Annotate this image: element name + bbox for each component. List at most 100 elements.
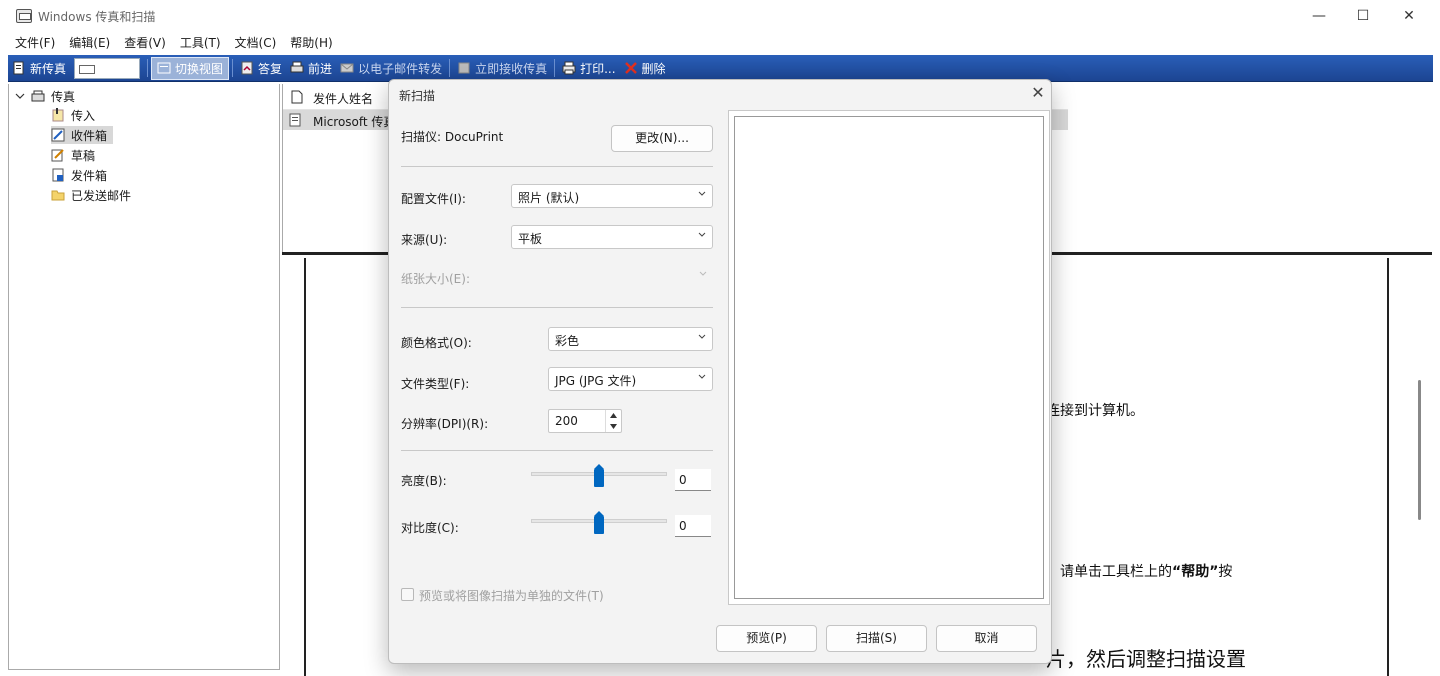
forward-email-label: 以电子邮件转发 <box>358 61 443 76</box>
file-type-value: JPG (JPG 文件) <box>555 374 637 388</box>
resolution-label: 分辨率(DPI)(R): <box>401 417 489 431</box>
tree-item-incoming[interactable]: 传入 <box>51 106 95 124</box>
delete-x-icon <box>624 62 637 74</box>
resolution-spinner[interactable]: 200 <box>548 409 622 433</box>
tree-item-sent[interactable]: 已发送邮件 <box>51 186 131 204</box>
source-select[interactable]: 平板 <box>511 225 713 249</box>
tree-root-label: 传真 <box>51 89 76 104</box>
tree-item-drafts[interactable]: 草稿 <box>51 146 95 164</box>
preview-text-1: 连接到计算机。 <box>1046 403 1144 419</box>
minimize-button[interactable]: — <box>1296 0 1342 32</box>
switch-view-button[interactable]: 切换视图 <box>151 56 230 80</box>
fax-document-icon <box>289 113 301 127</box>
inbox-icon <box>51 128 65 142</box>
spin-down-icon[interactable] <box>610 424 617 429</box>
dialog-close-icon[interactable]: ✕ <box>1029 84 1047 102</box>
spin-up-icon[interactable] <box>610 413 617 418</box>
menu-view[interactable]: 查看(V) <box>117 32 173 54</box>
delete-label: 删除 <box>641 61 666 76</box>
preview-button[interactable]: 预览(P) <box>716 625 817 652</box>
preview-text-bold: “帮助” <box>1172 564 1219 580</box>
switch-view-label: 切换视图 <box>175 61 224 76</box>
maximize-button[interactable]: ☐ <box>1340 0 1386 32</box>
chevron-down-icon <box>698 374 706 379</box>
outbox-icon <box>52 168 64 182</box>
drafts-pencil-icon <box>51 149 64 162</box>
brightness-label: 亮度(B): <box>401 474 447 488</box>
file-type-select[interactable]: JPG (JPG 文件) <box>548 367 713 391</box>
divider <box>401 307 713 308</box>
sender-name-header[interactable]: 发件人姓名 <box>313 90 373 107</box>
receive-now-button[interactable]: 立即接收传真 <box>453 57 551 80</box>
email-forward-icon <box>340 63 354 73</box>
tree-item-outbox[interactable]: 发件箱 <box>51 166 107 184</box>
chevron-down-icon <box>698 191 706 196</box>
fax-app-icon <box>16 9 32 23</box>
forward-label: 前进 <box>308 61 333 76</box>
menu-help[interactable]: 帮助(H) <box>283 32 339 54</box>
scan-preview-area <box>728 110 1050 605</box>
reply-button[interactable]: 答复 <box>236 57 286 80</box>
cancel-button[interactable]: 取消 <box>936 625 1037 652</box>
delete-button[interactable]: 删除 <box>620 57 670 80</box>
vertical-scrollbar[interactable] <box>1418 380 1421 520</box>
tree-item-label: 传入 <box>71 108 96 123</box>
chevron-down-icon <box>699 271 707 276</box>
tree-item-label: 草稿 <box>71 148 96 163</box>
tree-root-fax[interactable]: 传真 <box>15 87 75 105</box>
preview-text-3: 片，然后调整扫描设置 <box>1046 647 1246 671</box>
change-scanner-button[interactable]: 更改(N)... <box>611 125 713 152</box>
chevron-down-icon <box>698 232 706 237</box>
color-format-select[interactable]: 彩色 <box>548 327 713 351</box>
toolbar-separator <box>232 59 234 77</box>
paper-size-label: 纸张大小(E): <box>401 272 470 286</box>
menu-file[interactable]: 文件(F) <box>8 32 62 54</box>
contrast-label: 对比度(C): <box>401 521 459 535</box>
menu-edit[interactable]: 编辑(E) <box>62 32 117 54</box>
forward-email-button[interactable]: 以电子邮件转发 <box>336 57 446 80</box>
contrast-slider-thumb[interactable] <box>594 511 604 534</box>
printer-icon <box>562 61 576 75</box>
scanner-label: 扫描仪: DocuPrint <box>401 130 504 144</box>
fax-machine-icon <box>31 90 45 102</box>
menu-tools[interactable]: 工具(T) <box>173 32 228 54</box>
preview-text-prefix: ，请单击工具栏上的 <box>1046 564 1172 580</box>
tree-item-inbox[interactable]: 收件箱 <box>51 126 114 144</box>
print-button[interactable]: 打印... <box>558 57 619 80</box>
forward-button[interactable]: 前进 <box>286 57 336 80</box>
preview-text-2a: ，请单击工具栏上的“帮助”按 <box>1046 561 1232 581</box>
folder-tree: 传真 传入 收件箱 草稿 发件箱 已发送邮件 <box>8 84 280 670</box>
scan-preview-frame <box>734 116 1044 599</box>
separate-files-checkbox <box>401 588 414 601</box>
contrast-value-box[interactable]: 0 <box>675 515 711 537</box>
title-bar: Windows 传真和扫描 — ☐ ✕ <box>0 0 1440 32</box>
folder-icon <box>51 190 65 201</box>
color-format-value: 彩色 <box>555 334 580 348</box>
tree-item-label: 发件箱 <box>71 168 108 183</box>
receive-now-label: 立即接收传真 <box>475 61 548 76</box>
new-fax-dropdown[interactable] <box>74 57 141 79</box>
spinner-arrows[interactable] <box>605 410 621 432</box>
new-fax-button[interactable]: 新传真 <box>8 57 70 80</box>
incoming-icon <box>52 108 64 122</box>
menu-document[interactable]: 文档(C) <box>228 32 284 54</box>
brightness-value-box[interactable]: 0 <box>675 469 711 491</box>
new-fax-icon <box>13 61 24 75</box>
preview-text-suffix: 按 <box>1218 564 1233 580</box>
window-title: Windows 传真和扫描 <box>38 10 156 24</box>
profile-select[interactable]: 照片 (默认) <box>511 184 713 208</box>
close-button[interactable]: ✕ <box>1386 0 1432 32</box>
new-scan-dialog: 新扫描 ✕ 扫描仪: DocuPrint 更改(N)... 配置文件(I): 照… <box>388 79 1052 664</box>
sender-cell: Microsoft 传真 <box>313 115 396 129</box>
chevron-down-icon[interactable] <box>15 91 25 101</box>
main-window: Windows 传真和扫描 — ☐ ✕ 文件(F) 编辑(E) 查看(V) 工具… <box>0 0 1440 676</box>
color-format-label: 颜色格式(O): <box>401 336 472 350</box>
switch-view-icon <box>157 62 171 74</box>
toolbar-separator <box>449 59 451 77</box>
brightness-slider-thumb[interactable] <box>594 464 604 487</box>
resolution-value: 200 <box>555 414 578 428</box>
menu-bar: 文件(F) 编辑(E) 查看(V) 工具(T) 文档(C) 帮助(H) <box>0 32 1440 54</box>
document-icon <box>291 90 303 104</box>
print-label: 打印... <box>580 61 616 76</box>
scan-button[interactable]: 扫描(S) <box>826 625 927 652</box>
